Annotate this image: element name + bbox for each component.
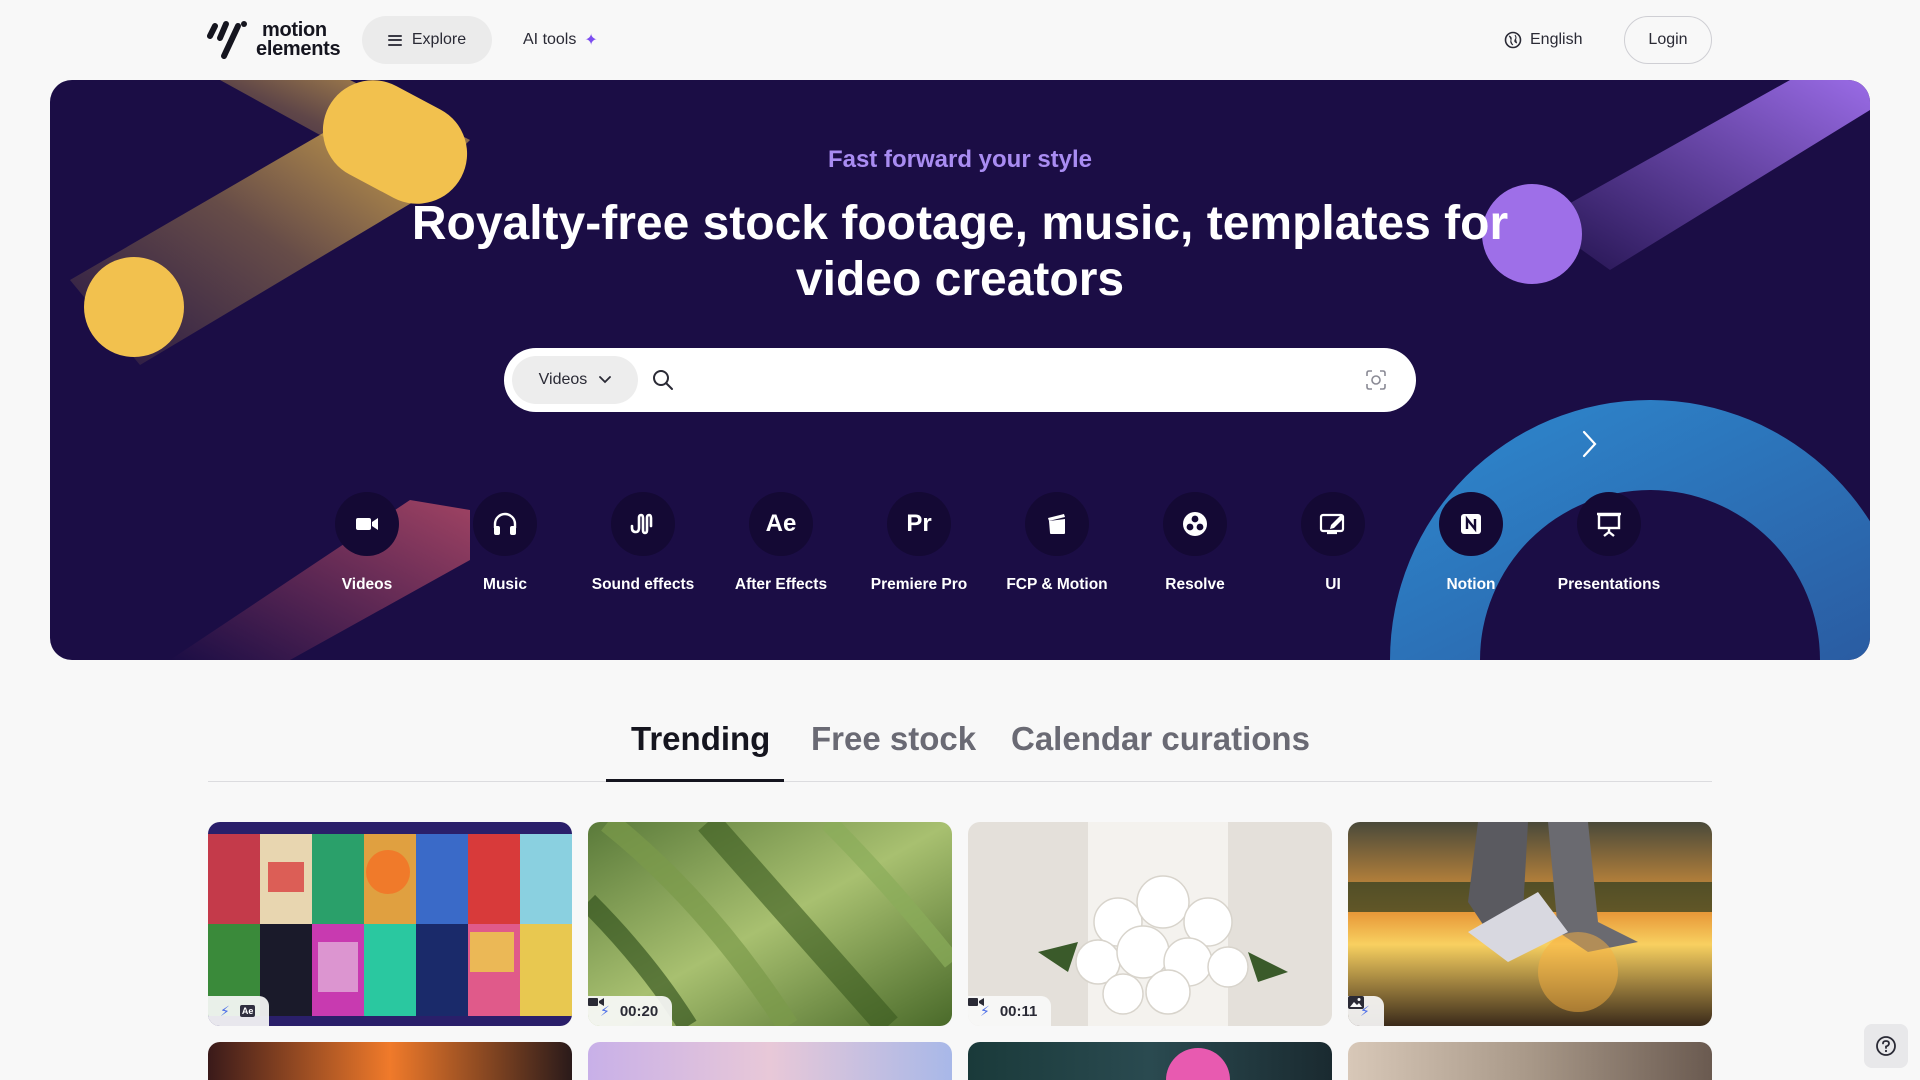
- video-camera-icon: [335, 492, 399, 556]
- asset-card[interactable]: [588, 1042, 952, 1080]
- search-type-dropdown[interactable]: Videos: [512, 356, 638, 404]
- category-label: Resolve: [1165, 576, 1225, 593]
- category-label: Notion: [1446, 576, 1496, 593]
- balloon-shape: [1166, 1048, 1230, 1080]
- ai-tools-link[interactable]: AI tools ✦: [523, 26, 598, 54]
- asset-badge: ⚡ Ae: [208, 996, 270, 1026]
- duration-label: 00:11: [999, 1002, 1038, 1020]
- language-label: English: [1530, 31, 1583, 48]
- globe-icon: [1504, 31, 1522, 49]
- search-input[interactable]: [674, 356, 1364, 404]
- login-button[interactable]: Login: [1624, 16, 1712, 64]
- category-ui[interactable]: UI: [1264, 492, 1402, 602]
- duration-label: 00:20: [619, 1002, 659, 1020]
- help-button[interactable]: [1864, 1024, 1908, 1068]
- category-presentations[interactable]: Presentations: [1540, 492, 1678, 602]
- video-camera-icon: [968, 998, 984, 1006]
- categories-next-button[interactable]: [1574, 426, 1604, 462]
- after-effects-icon: Ae: [749, 492, 813, 556]
- category-notion[interactable]: Notion: [1402, 492, 1540, 602]
- language-selector[interactable]: English: [1504, 26, 1582, 54]
- motion-elements-logo[interactable]: motion elements: [206, 18, 341, 62]
- asset-card[interactable]: ⚡ Ae: [208, 822, 572, 1026]
- hero-headline: Royalty-free stock footage, music, templ…: [411, 197, 1509, 306]
- sound-wave-icon: [611, 492, 675, 556]
- asset-card[interactable]: ⚡: [1348, 822, 1712, 1026]
- category-music[interactable]: Music: [436, 492, 574, 602]
- explore-button[interactable]: Explore: [362, 16, 492, 64]
- chevron-down-icon: [599, 376, 612, 384]
- active-tab-indicator: [606, 779, 784, 782]
- premiere-pro-icon: Pr: [887, 492, 951, 556]
- category-label: Presentations: [1557, 576, 1661, 593]
- chevron-right-icon: [1582, 430, 1597, 458]
- search-icon: [653, 370, 673, 390]
- visual-search-icon[interactable]: [1364, 368, 1388, 392]
- category-premiere-pro[interactable]: Pr Premiere Pro: [850, 492, 988, 602]
- asset-card[interactable]: ⚡ 00:20: [588, 822, 952, 1026]
- tab-trending[interactable]: Trending: [631, 720, 770, 782]
- asset-badge: ⚡: [1348, 996, 1384, 1026]
- video-camera-icon: [588, 998, 604, 1006]
- category-videos[interactable]: Videos: [298, 492, 436, 602]
- logo-line-2: elements: [256, 38, 341, 60]
- category-after-effects[interactable]: Ae After Effects: [712, 492, 850, 602]
- asset-card[interactable]: [1348, 1042, 1712, 1080]
- category-fcp-motion[interactable]: FCP & Motion: [988, 492, 1126, 602]
- notion-icon: [1439, 492, 1503, 556]
- hero-tagline: Fast forward your style: [827, 146, 1093, 173]
- category-label: FCP & Motion: [1006, 576, 1108, 593]
- explore-label: Explore: [411, 31, 467, 48]
- content-tabs: Trending Free stock Calendar curations: [208, 712, 1712, 782]
- category-label: Premiere Pro: [870, 576, 968, 593]
- headphones-icon: [473, 492, 537, 556]
- bolt-icon: ⚡: [220, 1002, 230, 1019]
- category-label: Music: [483, 576, 527, 593]
- after-effects-icon: Ae: [239, 1005, 256, 1017]
- hero-banner: Fast forward your style Royalty-free sto…: [50, 80, 1870, 660]
- resolve-icon: [1163, 492, 1227, 556]
- search-type-label: Videos: [538, 371, 588, 388]
- ai-tools-label: AI tools: [523, 31, 577, 48]
- asset-thumbnail: [208, 822, 572, 1026]
- presentation-icon: [1577, 492, 1641, 556]
- sparkle-icon: ✦: [584, 32, 598, 49]
- category-sound-effects[interactable]: Sound effects: [574, 492, 712, 602]
- tab-calendar-curations[interactable]: Calendar curations: [1011, 720, 1310, 782]
- category-resolve[interactable]: Resolve: [1126, 492, 1264, 602]
- category-label: Sound effects: [591, 576, 695, 593]
- category-label: After Effects: [734, 576, 828, 593]
- category-list: Videos Music Sound effects Ae After Effe…: [298, 492, 1678, 602]
- asset-thumbnail: [1348, 822, 1712, 1026]
- logo-wordmark: motion elements: [256, 20, 341, 60]
- question-icon: [1876, 1036, 1896, 1056]
- asset-card[interactable]: [968, 1042, 1332, 1080]
- asset-card[interactable]: ⚡ 00:11: [968, 822, 1332, 1026]
- asset-badge: ⚡ 00:20: [588, 996, 673, 1026]
- clapperboard-icon: [1025, 492, 1089, 556]
- logo-mark-icon: [207, 21, 247, 59]
- menu-icon: [387, 34, 402, 46]
- asset-badge: ⚡ 00:11: [968, 996, 1052, 1026]
- top-header: motion elements Explore AI tools ✦ Engli…: [0, 0, 1920, 78]
- category-label: UI: [1325, 576, 1341, 593]
- image-icon: [1348, 996, 1364, 1009]
- search-bar: Videos: [504, 348, 1416, 412]
- category-label: Videos: [341, 576, 393, 593]
- tab-free-stock[interactable]: Free stock: [811, 720, 976, 782]
- asset-card[interactable]: [208, 1042, 572, 1080]
- ui-edit-icon: [1301, 492, 1365, 556]
